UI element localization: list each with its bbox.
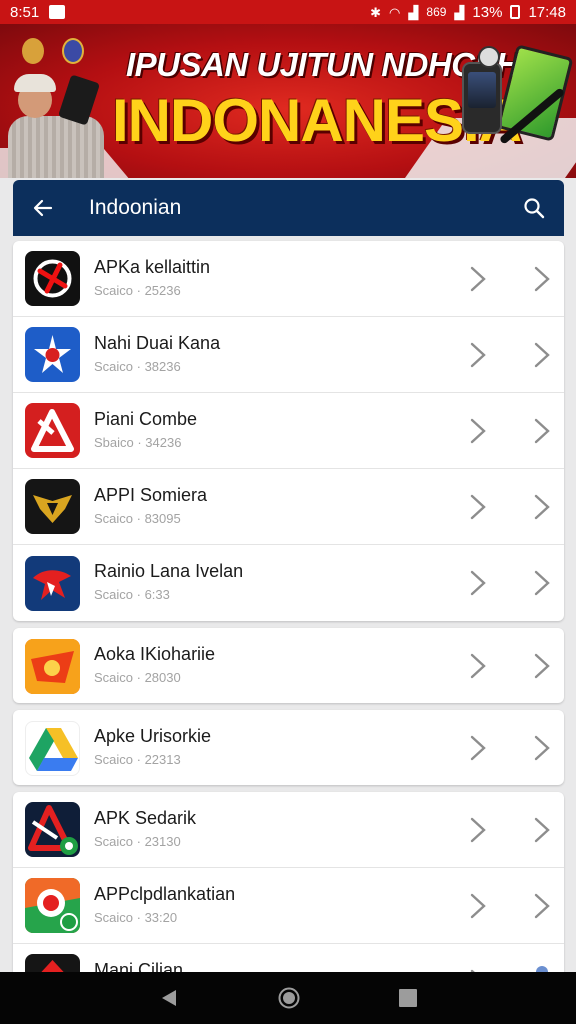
drive-icon — [25, 720, 80, 776]
app-list-card: Aoka IKiohariie Scaico · 28030 — [13, 628, 564, 703]
chevron-right-icon[interactable] — [467, 816, 489, 844]
app-list-item[interactable]: Aoka IKiohariie Scaico · 28030 — [13, 628, 564, 703]
battery-icon — [510, 5, 521, 19]
app-list-card: Apke Urisorkie Scaico · 22313 — [13, 710, 564, 785]
app-list-item[interactable]: Apke Urisorkie Scaico · 22313 — [13, 710, 564, 785]
arrow-left-icon[interactable] — [27, 192, 59, 224]
app-list-card: APKa kellaittin Scaico · 25236 Nahi Duai… — [13, 241, 564, 621]
app-name: Aoka IKiohariie — [94, 644, 216, 664]
status-time: 17:48 — [528, 3, 566, 21]
gold-crest-icon — [25, 479, 80, 534]
police-emblem-icon — [62, 38, 84, 64]
chevron-right-icon[interactable] — [467, 734, 489, 762]
status-left-text: 8:51 — [10, 3, 40, 21]
promo-banner[interactable]: IPUSAN UJITUN NDHCSHI INDONANESIA — [0, 24, 576, 178]
star-emblem-icon — [25, 327, 80, 382]
notification-icon — [49, 5, 66, 19]
chat-badge-icon — [25, 878, 80, 933]
triangle-a-icon — [25, 403, 80, 458]
banner-devices-image — [456, 44, 574, 174]
app-name: Nahi Duai Kana — [94, 333, 221, 353]
signal-text: 869 — [426, 5, 447, 19]
red-bird-icon — [25, 555, 80, 611]
search-icon[interactable] — [518, 192, 550, 224]
app-list-item[interactable]: APPI Somiera Scaico · 83095 — [13, 469, 564, 545]
app-list-card: APK Sedarik Scaico · 23130 APPclpdlankat… — [13, 792, 564, 982]
app-meta: Scaico · 83095 — [94, 511, 181, 526]
chevron-right-icon[interactable] — [467, 892, 489, 920]
chevron-right-icon[interactable] — [467, 341, 489, 369]
app-meta: Scaico · 22313 — [94, 752, 181, 767]
app-meta: Scaico · 25236 — [94, 283, 181, 298]
app-meta: Scaico · 28030 — [94, 670, 181, 685]
app-list-item[interactable]: APPclpdlankatian Scaico · 33:20 — [13, 868, 564, 944]
app-bar-title: Indoonian — [89, 196, 182, 219]
app-bar: Indoonian — [13, 180, 564, 236]
app-list-item[interactable]: APK Sedarik Scaico · 23130 — [13, 792, 564, 868]
app-name: APPclpdlankatian — [94, 884, 236, 904]
app-meta: Sbaico · 34236 — [94, 435, 182, 450]
app-name: APK Sedarik — [94, 808, 197, 828]
app-meta: Scaico · 6:33 — [94, 587, 170, 602]
app-meta: Scaico · 38236 — [94, 359, 181, 374]
chevron-right-icon[interactable] — [467, 569, 489, 597]
banner-headline: IPUSAN UJITUN NDHCSHI — [126, 46, 529, 83]
app-list-item[interactable]: Rainio Lana Ivelan Scaico · 6:33 — [13, 545, 564, 621]
chevron-right-icon[interactable] — [531, 417, 553, 445]
wifi-icon: ◠ — [389, 4, 401, 20]
chevron-right-icon[interactable] — [531, 493, 553, 521]
app-meta: Scaico · 33:20 — [94, 910, 178, 925]
chevron-right-icon[interactable] — [467, 493, 489, 521]
circle-home-icon[interactable] — [277, 986, 301, 1010]
chevron-right-icon[interactable] — [531, 734, 553, 762]
square-recents-icon[interactable] — [398, 988, 418, 1008]
signal-icon: ▟ — [408, 4, 419, 20]
app-list-item[interactable]: Piani Combe Sbaico · 34236 — [13, 393, 564, 469]
signal-bars-icon: ▟ — [454, 4, 465, 20]
compass-icon — [25, 251, 80, 306]
app-name: Piani Combe — [94, 409, 198, 429]
status-bar: 8:51 ✱ ◠ ▟ 869 ▟ 13% 17:48 — [0, 0, 576, 24]
app-name: Apke Urisorkie — [94, 726, 212, 746]
chevron-right-icon[interactable] — [531, 341, 553, 369]
chevron-right-icon[interactable] — [531, 652, 553, 680]
app-list-item[interactable]: Nahi Duai Kana Scaico · 38236 — [13, 317, 564, 393]
system-nav-bar — [0, 972, 576, 1024]
app-meta: Scaico · 23130 — [94, 834, 181, 849]
triangle-back-icon[interactable] — [158, 987, 180, 1009]
garuda-emblem-icon — [22, 38, 44, 64]
chevron-right-icon[interactable] — [531, 265, 553, 293]
banner-person-image — [8, 70, 112, 178]
chevron-right-icon[interactable] — [467, 265, 489, 293]
chevron-right-icon[interactable] — [531, 816, 553, 844]
chevron-right-icon[interactable] — [531, 569, 553, 597]
chevron-right-icon[interactable] — [467, 417, 489, 445]
orange-disc-icon — [25, 638, 80, 694]
chevron-right-icon[interactable] — [467, 652, 489, 680]
battery-percent: 13% — [472, 3, 503, 21]
bluetooth-icon: ✱ — [370, 4, 382, 20]
app-list-item[interactable]: APKa kellaittin Scaico · 25236 — [13, 241, 564, 317]
chevron-right-icon[interactable] — [531, 892, 553, 920]
app-name: Rainio Lana Ivelan — [94, 561, 244, 581]
app-name: APPI Somiera — [94, 485, 208, 505]
red-a-badge-icon — [25, 802, 80, 857]
app-name: APKa kellaittin — [94, 257, 211, 277]
